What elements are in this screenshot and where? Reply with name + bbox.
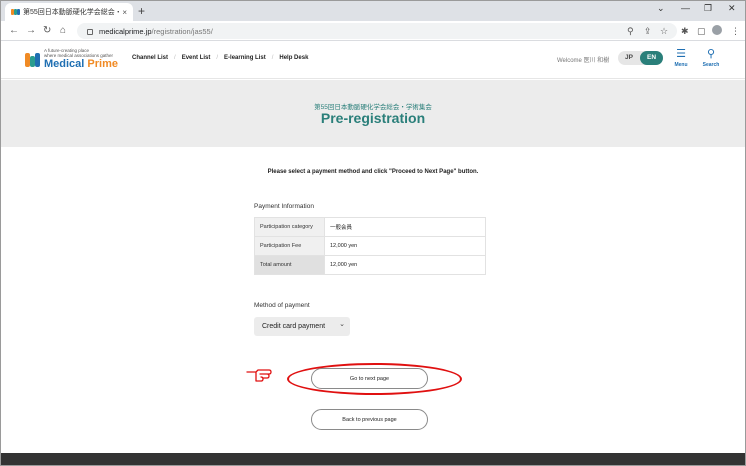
payment-method-select[interactable]: Credit card payment ⌄ [254, 317, 350, 336]
tab-title: 第55回日本動脈硬化学会総会・学... [23, 9, 119, 16]
close-window-button[interactable]: ✕ [728, 3, 736, 14]
menu-label: Menu [674, 62, 688, 68]
pointing-hand-icon [246, 369, 272, 382]
nav-separator: / [216, 55, 219, 61]
page-banner: 第55回日本動脈硬化学会総会・学術集会 Pre-registration [1, 80, 745, 147]
lock-icon [87, 29, 93, 35]
row-label: Total amount [254, 255, 325, 275]
search-icon: ⚲ [706, 48, 716, 60]
reload-button[interactable]: ↻ [43, 24, 51, 38]
medical-prime-logo-icon [25, 51, 41, 67]
payment-info-heading: Payment Information [254, 203, 314, 210]
logo-name-medical: Medical [44, 58, 85, 70]
minimize-button[interactable]: — [681, 3, 690, 13]
nav-help-desk[interactable]: Help Desk [279, 55, 308, 61]
welcome-text: Welcome 医川 和樹 [557, 58, 610, 64]
payment-info-table: Participation category 一般会員 Participatio… [254, 217, 486, 275]
site-footer [1, 453, 745, 465]
zoom-icon[interactable]: ⚲ [627, 25, 634, 37]
browser-window: 第55回日本動脈硬化学会総会・学... × + ⌄ — ❐ ✕ ← → ↻ ⌂ … [0, 0, 746, 466]
site-logo[interactable]: A future-creating place where medical as… [25, 48, 118, 70]
tab-search-chevron-icon[interactable]: ⌄ [657, 3, 665, 14]
side-panel-icon[interactable]: ▢ [697, 25, 706, 37]
table-row: Participation Fee 12,000 yen [254, 236, 486, 256]
annotation-circle [287, 363, 462, 395]
payment-method-heading: Method of payment [254, 302, 310, 309]
share-icon[interactable]: ⇪ [644, 25, 652, 37]
restore-button[interactable]: ❐ [704, 3, 712, 14]
chevron-down-icon: ⌄ [339, 321, 345, 328]
row-value: 12,000 yen [324, 255, 486, 275]
back-page-button[interactable]: Back to previous page [311, 409, 428, 430]
nav-separator: / [174, 55, 176, 61]
url-host: medicalprime.jp [99, 26, 152, 36]
address-input[interactable]: medicalprime.jp /registration/jas55/ [77, 23, 677, 39]
site-favicon-icon [11, 8, 20, 16]
menu-button[interactable]: ☰ Menu [669, 48, 693, 69]
table-row: Participation category 一般会員 [254, 217, 486, 237]
hamburger-icon: ☰ [676, 48, 686, 60]
instruction-text: Please select a payment method and click… [267, 169, 479, 175]
tab-strip: 第55回日本動脈硬化学会総会・学... × + ⌄ — ❐ ✕ [1, 1, 745, 21]
page-title: Pre-registration [320, 110, 426, 126]
nav-event-list[interactable]: Event List [182, 55, 211, 61]
logo-name-prime: Prime [87, 58, 118, 70]
bookmark-star-icon[interactable]: ☆ [660, 25, 668, 37]
nav-separator: / [271, 55, 274, 61]
site-header: A future-creating place where medical as… [1, 41, 745, 79]
row-label: Participation category [254, 217, 325, 237]
main-nav: Channel List / Event List / E-learning L… [132, 55, 314, 61]
row-value: 12,000 yen [324, 236, 486, 256]
extensions-puzzle-icon[interactable]: ✱ [681, 25, 689, 37]
lang-jp-button[interactable]: JP [618, 51, 640, 65]
forward-button[interactable]: → [26, 24, 36, 38]
logo-name: Medical Prime [44, 58, 118, 70]
profile-avatar[interactable] [712, 25, 722, 35]
back-button[interactable]: ← [9, 24, 19, 38]
row-value: 一般会員 [324, 217, 486, 237]
home-button[interactable]: ⌂ [60, 24, 66, 38]
nav-elearning-list[interactable]: E-learning List [224, 55, 266, 61]
tab-close-icon[interactable]: × [122, 8, 127, 17]
lang-en-button[interactable]: EN [640, 51, 663, 65]
browser-tab[interactable]: 第55回日本動脈硬化学会総会・学... × [5, 3, 133, 21]
url-path: /registration/jas55/ [151, 26, 213, 36]
search-label: Search [702, 62, 720, 68]
search-button[interactable]: ⚲ Search [699, 48, 723, 69]
language-toggle: JP EN [618, 51, 663, 65]
browser-menu-icon[interactable]: ⋮ [731, 25, 740, 37]
nav-channel-list[interactable]: Channel List [132, 55, 168, 61]
address-toolbar: ← → ↻ ⌂ medicalprime.jp /registration/ja… [1, 21, 745, 41]
new-tab-button[interactable]: + [138, 4, 145, 18]
table-row: Total amount 12,000 yen [254, 255, 486, 275]
row-label: Participation Fee [254, 236, 325, 256]
payment-method-value: Credit card payment [262, 323, 326, 330]
